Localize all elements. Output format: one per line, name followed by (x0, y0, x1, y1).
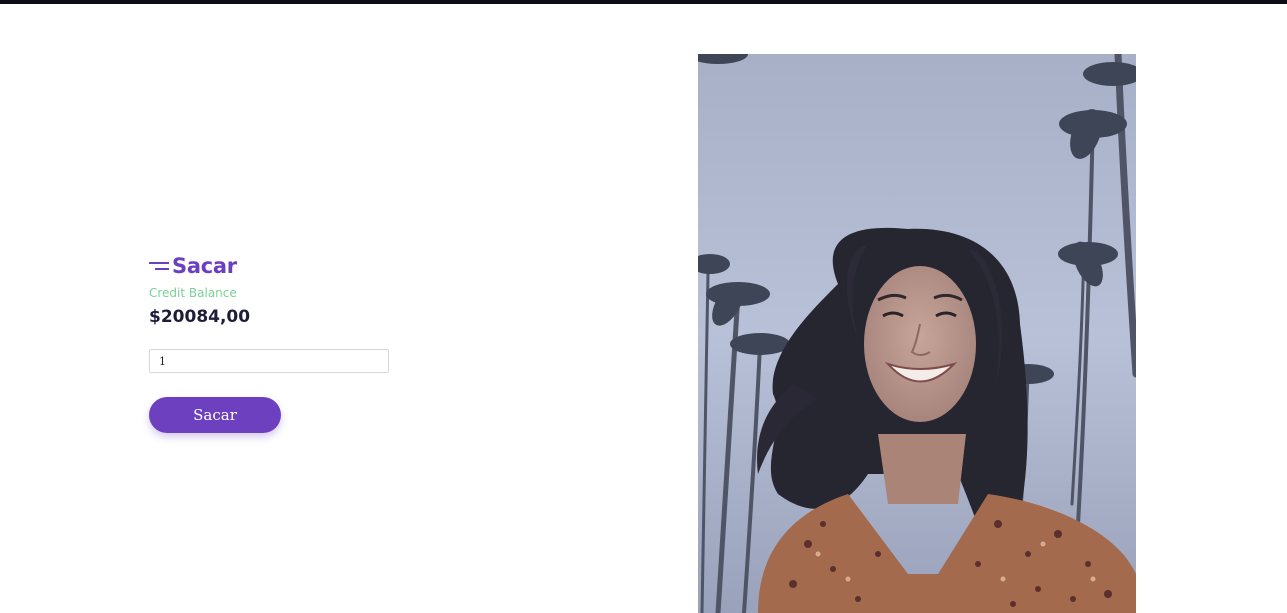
credit-balance-label: Credit Balance (149, 286, 237, 300)
withdraw-button[interactable]: Sacar (149, 397, 281, 433)
hero-photo (698, 54, 1136, 613)
withdraw-panel: Sacar Credit Balance $20084,00 Sacar (149, 254, 409, 433)
page-title: Sacar (149, 254, 409, 278)
menu-lines-icon (149, 260, 171, 272)
smiling-woman-palm-trees-photo (698, 54, 1136, 613)
amount-input[interactable] (149, 349, 389, 373)
credit-balance-value: $20084,00 (149, 307, 251, 327)
page-title-text: Sacar (172, 254, 237, 278)
top-bar (0, 0, 1287, 4)
